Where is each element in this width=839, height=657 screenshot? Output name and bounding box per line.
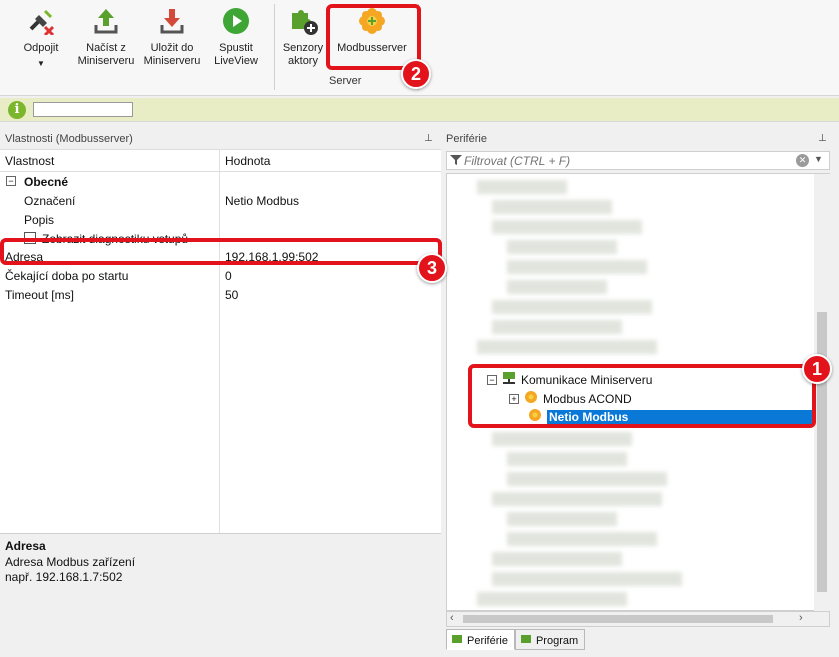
property-row-description[interactable]: Popis <box>0 211 441 230</box>
liveview-label: Spustit LiveView <box>214 42 258 67</box>
upload-icon <box>91 6 121 36</box>
properties-grid: Vlastnost Hodnota − Obecné Označení Neti… <box>0 149 441 533</box>
properties-pane-title: Vlastnosti (Modbusserver) <box>5 133 133 145</box>
property-row-label[interactable]: Označení Netio Modbus <box>0 192 441 211</box>
dropdown-arrow-icon: ▼ <box>37 59 45 68</box>
help-line: Adresa Modbus zařízení <box>5 555 136 569</box>
property-key: Označení <box>24 194 76 208</box>
filter-box[interactable]: ✕ ▼ <box>446 151 830 170</box>
help-example: např. 192.168.1.7:502 <box>5 570 123 584</box>
filter-icon <box>450 154 462 169</box>
pin-icon[interactable]: ⊥ <box>424 133 433 144</box>
tab-peripherals[interactable]: Periférie <box>446 629 515 650</box>
tree-horizontal-scrollbar[interactable]: ‹ › <box>446 611 830 627</box>
callout-box-tree <box>468 364 816 428</box>
blurred-tree-item <box>507 532 657 546</box>
tab-label: Program <box>535 634 579 647</box>
sensors-label: Senzory aktory <box>282 42 324 67</box>
sensors-actuators-button[interactable]: Senzory aktory <box>278 6 328 68</box>
clear-filter-icon[interactable]: ✕ <box>796 154 809 167</box>
column-separator <box>219 149 220 533</box>
save-label: Uložit do Miniserveru <box>143 42 201 67</box>
ribbon-separator <box>274 4 275 90</box>
scrollbar-thumb[interactable] <box>463 615 773 623</box>
property-row-timeout[interactable]: Timeout [ms] 50 <box>0 286 441 305</box>
start-liveview-button[interactable]: Spustit LiveView <box>206 6 266 68</box>
column-header-property[interactable]: Vlastnost <box>5 154 54 168</box>
load-label: Načíst z Miniserveru <box>77 42 135 67</box>
server-group-label: Server <box>329 75 362 87</box>
blurred-tree-item <box>507 512 617 526</box>
help-title: Adresa <box>5 539 46 553</box>
collapse-icon[interactable]: − <box>6 176 16 186</box>
property-row-start-delay[interactable]: Čekající doba po startu 0 <box>0 267 441 286</box>
blurred-tree-item <box>492 300 652 314</box>
program-icon <box>520 633 532 648</box>
blurred-tree-item <box>507 280 607 294</box>
pin-icon[interactable]: ⊥ <box>818 133 827 144</box>
group-row-general[interactable]: − Obecné <box>0 173 441 192</box>
download-icon <box>157 6 187 36</box>
blurred-tree-item <box>492 220 642 234</box>
play-icon <box>221 6 251 36</box>
blurred-tree-item <box>507 260 647 274</box>
group-label: Obecné <box>24 175 69 189</box>
peripherals-icon <box>451 633 463 648</box>
save-to-miniserver-button[interactable]: Uložit do Miniserveru <box>140 6 204 68</box>
blurred-tree-item <box>477 592 627 606</box>
blurred-tree-item <box>507 240 617 254</box>
callout-box-modbusserver <box>326 4 421 70</box>
info-bar: i <box>0 98 839 122</box>
blurred-tree-item <box>477 180 567 194</box>
property-key: Popis <box>24 213 55 227</box>
property-key: Čekající doba po startu <box>5 269 129 283</box>
tab-label: Periférie <box>467 634 508 647</box>
tab-program[interactable]: Program <box>514 629 586 650</box>
property-value[interactable]: 0 <box>225 269 232 283</box>
blurred-tree-item <box>492 552 622 566</box>
disconnect-label: Odpojit <box>23 42 59 54</box>
grid-header: Vlastnost Hodnota <box>0 150 441 172</box>
info-icon: i <box>8 101 26 119</box>
callout-box-address <box>0 238 442 265</box>
column-header-value[interactable]: Hodnota <box>225 154 270 168</box>
blurred-tree-item <box>507 472 667 486</box>
callout-badge: 3 <box>417 253 447 283</box>
scroll-right-icon[interactable]: › <box>799 612 803 624</box>
blurred-tree-item <box>477 340 657 354</box>
pane-tabs: Periférie Program <box>446 629 586 651</box>
scroll-left-icon[interactable]: ‹ <box>450 612 454 624</box>
blurred-tree-item <box>492 200 612 214</box>
property-value[interactable]: 50 <box>225 288 238 302</box>
load-from-miniserver-button[interactable]: Načíst z Miniserveru <box>74 6 138 68</box>
callout-badge: 2 <box>401 59 431 89</box>
blurred-tree-item <box>492 320 622 334</box>
disconnect-button[interactable]: Odpojit ▼ <box>14 6 68 70</box>
blurred-tree-item <box>492 572 682 586</box>
disconnect-icon <box>26 6 56 36</box>
puzzle-add-icon <box>288 6 318 36</box>
filter-dropdown-icon[interactable]: ▼ <box>814 154 823 164</box>
blurred-tree-item <box>507 452 627 466</box>
info-field[interactable] <box>33 102 133 117</box>
filter-input[interactable] <box>464 153 784 168</box>
help-panel: Adresa Adresa Modbus zařízení např. 192.… <box>0 533 441 651</box>
blurred-tree-item <box>492 432 632 446</box>
peripherals-pane-title: Periférie <box>446 133 487 145</box>
callout-badge: 1 <box>802 354 832 384</box>
property-value[interactable]: Netio Modbus <box>225 194 299 208</box>
tree-vertical-scrollbar[interactable] <box>814 174 830 611</box>
property-key: Timeout [ms] <box>5 288 74 302</box>
blurred-tree-item <box>492 492 662 506</box>
